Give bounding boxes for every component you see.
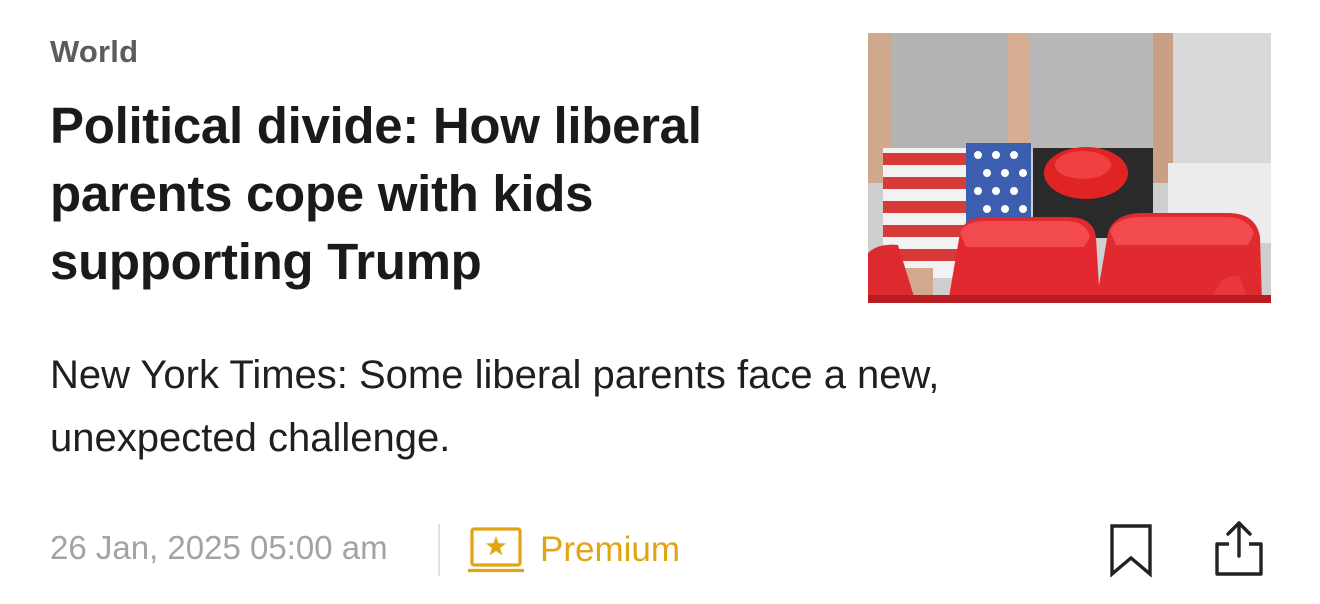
article-meta-row: 26 Jan, 2025 05:00 am Premium <box>50 520 1290 580</box>
meta-divider <box>438 524 440 576</box>
article-headline[interactable]: Political divide: How liberal parents co… <box>50 92 830 296</box>
bookmark-icon <box>1110 524 1152 578</box>
share-icon <box>1215 521 1263 576</box>
publish-timestamp: 26 Jan, 2025 05:00 am <box>50 529 388 566</box>
article-summary[interactable]: New York Times: Some liberal parents fac… <box>50 344 1150 470</box>
thumbnail-image <box>868 33 1271 303</box>
category-label[interactable]: World <box>50 34 138 70</box>
article-thumbnail[interactable] <box>868 33 1271 303</box>
premium-badge: Premium <box>468 522 680 578</box>
premium-label: Premium <box>540 530 681 569</box>
premium-star-icon <box>468 527 524 573</box>
bookmark-button[interactable] <box>1108 522 1154 578</box>
share-button[interactable] <box>1212 520 1266 578</box>
article-card[interactable]: World Political divide: How liberal pare… <box>0 0 1320 604</box>
